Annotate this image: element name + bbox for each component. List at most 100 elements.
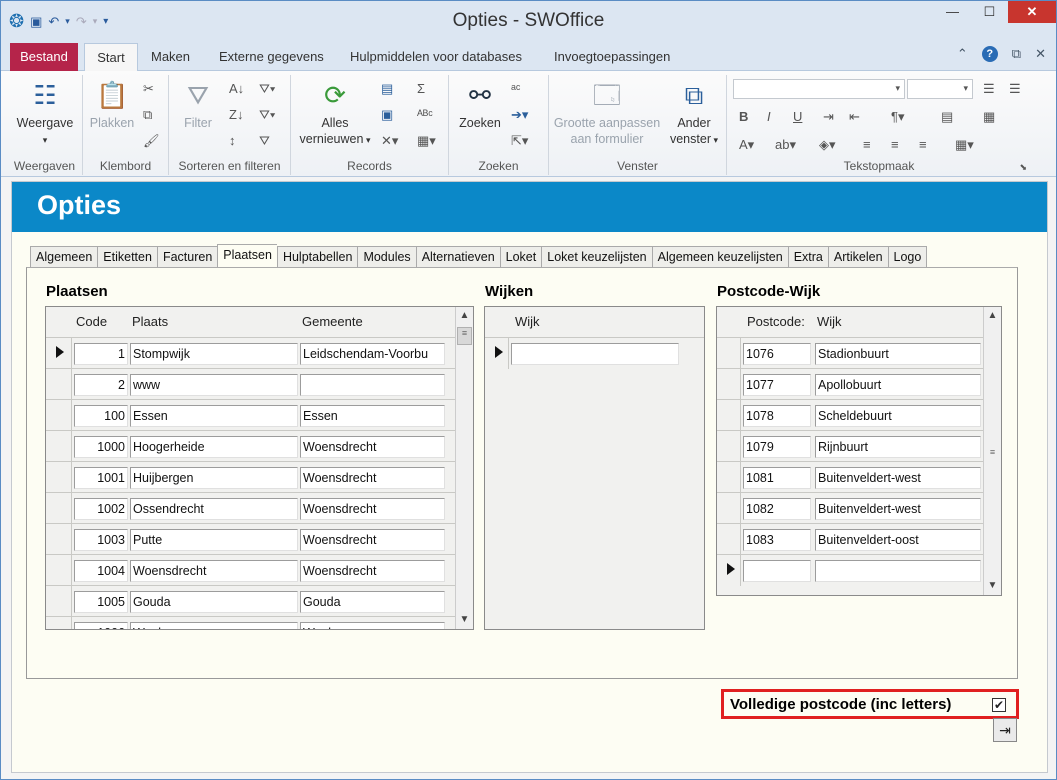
form-tab-artikelen[interactable]: Artikelen	[827, 246, 888, 268]
form-tab-loket[interactable]: Loket	[499, 246, 542, 268]
code-field[interactable]: 1006	[74, 622, 128, 629]
table-row[interactable]	[717, 554, 983, 586]
gemeente-field[interactable]: Woensdrecht	[300, 498, 445, 520]
record-selector[interactable]	[46, 338, 72, 369]
outdent-icon[interactable]: ⇤	[849, 109, 860, 125]
gemeente-field[interactable]: Leidschendam-Voorbu	[300, 343, 445, 365]
record-selector[interactable]	[46, 586, 72, 617]
sort-descending-icon[interactable]: Z↓	[229, 107, 243, 122]
bold-icon[interactable]: B	[739, 109, 748, 124]
close-button[interactable]: ✕	[1008, 1, 1056, 23]
spelling-icon[interactable]: ᴬᴮᶜ	[417, 107, 433, 122]
help-icon[interactable]: ?	[981, 46, 998, 62]
tab-start[interactable]: Start	[84, 43, 138, 71]
postcode-field[interactable]: 1081	[743, 467, 811, 489]
record-selector[interactable]	[46, 524, 72, 555]
plakken-button[interactable]: 📋 Plakken	[85, 79, 139, 131]
bullets-icon[interactable]: ☰	[983, 81, 995, 97]
font-name-select[interactable]: ▾	[733, 79, 905, 99]
code-field[interactable]: 2	[74, 374, 128, 396]
record-selector[interactable]	[717, 462, 741, 493]
record-selector[interactable]	[717, 369, 741, 400]
record-selector[interactable]	[717, 524, 741, 555]
volledige-postcode-checkbox[interactable]: ✔	[992, 698, 1006, 712]
selection-filter-icon[interactable]: ⛛▾	[259, 81, 275, 97]
plaats-field[interactable]: Ossendrecht	[130, 498, 298, 520]
text-highlight-icon[interactable]: ab▾	[775, 137, 796, 153]
weergave-button[interactable]: ☷ Weergave ▾	[11, 79, 79, 148]
record-selector[interactable]	[717, 338, 741, 369]
record-selector[interactable]	[717, 493, 741, 524]
table-row[interactable]: 1001 Huijbergen Woensdrecht	[46, 461, 456, 493]
tab-bestand[interactable]: Bestand	[10, 43, 78, 71]
form-tab-modules[interactable]: Modules	[357, 246, 416, 268]
code-field[interactable]: 1000	[74, 436, 128, 458]
wijk-field[interactable]: Buitenveldert-west	[815, 498, 981, 520]
totals-icon[interactable]: Σ	[417, 81, 425, 96]
gemeente-field[interactable]: Woensdrecht	[300, 467, 445, 489]
underline-icon[interactable]: U	[793, 109, 802, 124]
form-tab-algemeen[interactable]: Algemeen	[30, 246, 98, 268]
delete-record-icon[interactable]: ✕▾	[381, 133, 398, 149]
postcode-field[interactable]: 1079	[743, 436, 811, 458]
tab-externe-gegevens[interactable]: Externe gegevens	[209, 43, 334, 71]
highlight-icon[interactable]: ▤	[941, 109, 953, 125]
postcode-field[interactable]	[743, 560, 811, 582]
restore-window-icon[interactable]: ⧉	[1012, 46, 1021, 62]
form-tab-hulptabellen[interactable]: Hulptabellen	[276, 246, 358, 268]
remove-sort-icon[interactable]: ↕	[229, 133, 236, 148]
postcode-wijk-scrollbar[interactable]: ▲ ≡ ▼	[983, 307, 1001, 595]
scroll-down-icon[interactable]: ▼	[984, 577, 1001, 594]
table-row[interactable]: 2 www	[46, 368, 456, 400]
plaats-field[interactable]: Putte	[130, 529, 298, 551]
form-tab-extra[interactable]: Extra	[787, 246, 828, 268]
gemeente-field[interactable]: Woensdrecht	[300, 529, 445, 551]
table-row[interactable]: 1077 Apollobuurt	[717, 368, 983, 400]
minimize-button[interactable]: —	[934, 1, 971, 23]
postcode-field[interactable]: 1082	[743, 498, 811, 520]
table-row[interactable]: 1002 Ossendrecht Woensdrecht	[46, 492, 456, 524]
table-row[interactable]: 1076 Stadionbuurt	[717, 337, 983, 369]
form-tab-logo[interactable]: Logo	[887, 246, 928, 268]
plaats-field[interactable]: Woensdrecht	[130, 560, 298, 582]
plaats-field[interactable]: Stompwijk	[130, 343, 298, 365]
save-record-icon[interactable]: ▣	[381, 107, 393, 123]
table-row[interactable]: 1004 Woensdrecht Woensdrecht	[46, 554, 456, 586]
gemeente-field[interactable]	[300, 374, 445, 396]
exit-button[interactable]: ⇥	[993, 718, 1017, 742]
record-selector[interactable]	[717, 400, 741, 431]
wijk-field[interactable]	[511, 343, 679, 365]
table-row[interactable]	[485, 337, 704, 369]
collapse-ribbon-icon[interactable]: ⌃	[957, 46, 968, 62]
scroll-up-icon[interactable]: ▲	[984, 307, 1001, 324]
table-row[interactable]: 1083 Buitenveldert-oost	[717, 523, 983, 555]
dialog-launcher-icon[interactable]: ⬊	[1019, 162, 1027, 173]
zoeken-button[interactable]: ⚯ Zoeken	[453, 79, 507, 131]
filter-button[interactable]: ⛛ Filter	[175, 79, 221, 131]
code-field[interactable]: 1005	[74, 591, 128, 613]
table-row[interactable]: 1082 Buitenveldert-west	[717, 492, 983, 524]
record-selector[interactable]	[46, 555, 72, 586]
code-field[interactable]: 1002	[74, 498, 128, 520]
record-selector[interactable]	[717, 431, 741, 462]
code-field[interactable]: 1003	[74, 529, 128, 551]
font-size-select[interactable]: ▾	[907, 79, 973, 99]
new-record-icon[interactable]: ▤	[381, 81, 393, 97]
scroll-thumb[interactable]: ≡	[457, 327, 472, 345]
align-right-icon[interactable]: ≡	[919, 137, 927, 152]
table-row[interactable]: 1006WaalreWaalre	[46, 616, 456, 629]
fill-color-icon[interactable]: ◈▾	[819, 137, 836, 153]
plaats-field[interactable]: www	[130, 374, 298, 396]
form-tab-alternatieven[interactable]: Alternatieven	[415, 246, 500, 268]
replace-icon[interactable]: ᵃᶜ	[511, 81, 520, 96]
plaats-field[interactable]: Hoogerheide	[130, 436, 298, 458]
cut-icon[interactable]: ✂	[143, 81, 154, 97]
tab-hulpmiddelen[interactable]: Hulpmiddelen voor databases	[340, 43, 532, 71]
code-field[interactable]: 1001	[74, 467, 128, 489]
indent-icon[interactable]: ⇥	[823, 109, 834, 125]
gemeente-field[interactable]: Waalre	[300, 622, 445, 629]
record-selector[interactable]	[46, 400, 72, 431]
alles-vernieuwen-button[interactable]: ⟳ Alles vernieuwen ▾	[295, 79, 375, 148]
italic-icon[interactable]: I	[767, 109, 771, 124]
table-row[interactable]: 1003 Putte Woensdrecht	[46, 523, 456, 555]
